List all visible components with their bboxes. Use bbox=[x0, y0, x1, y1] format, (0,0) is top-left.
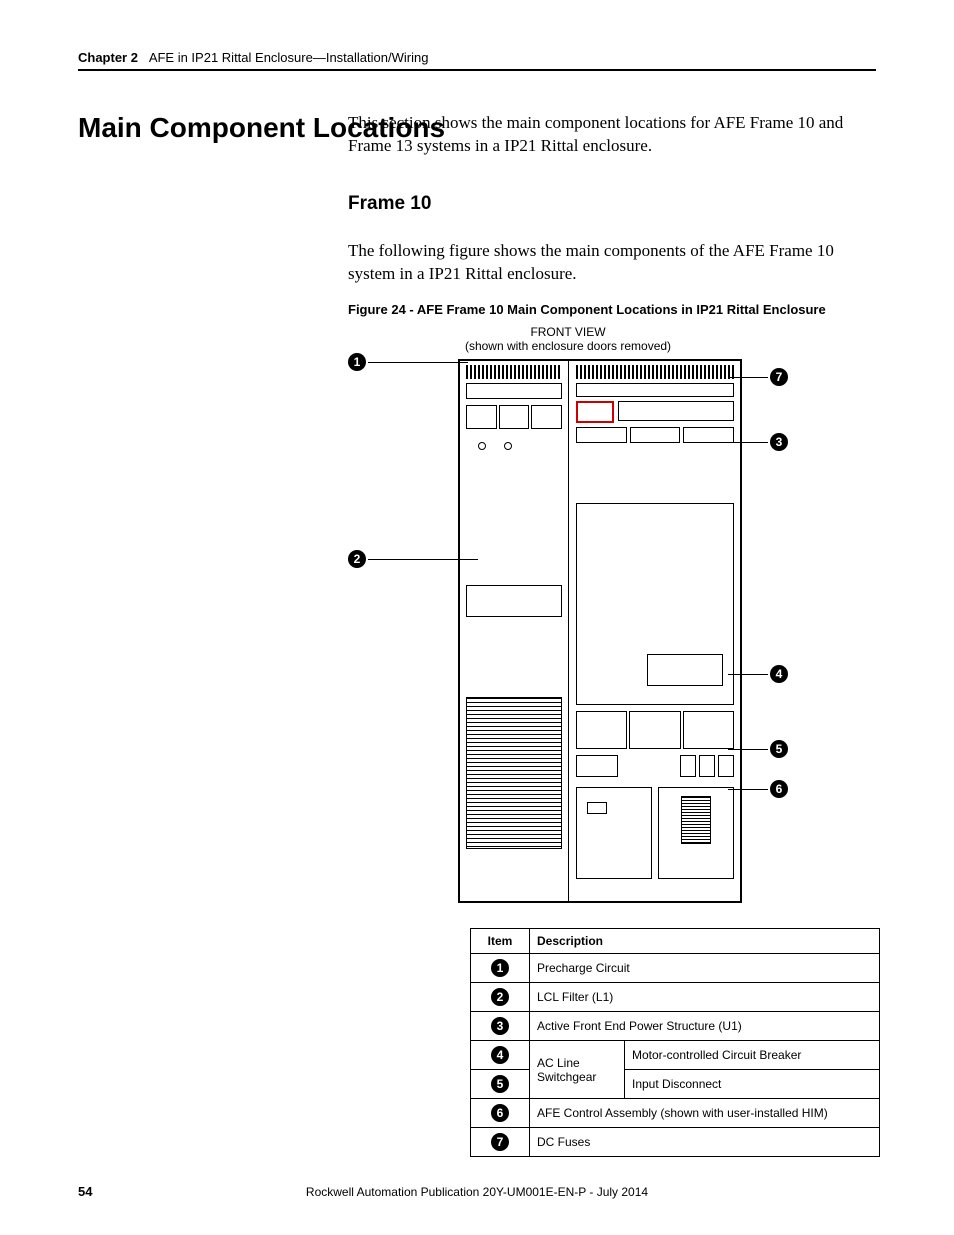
figure-subtitle: (shown with enclosure doors removed) bbox=[348, 339, 788, 353]
control-panel bbox=[576, 787, 652, 879]
callout-7: 7 bbox=[770, 368, 788, 386]
page: Chapter 2 AFE in IP21 Rittal Enclosure—I… bbox=[0, 0, 954, 1235]
publication-footer: Rockwell Automation Publication 20Y-UM00… bbox=[0, 1185, 954, 1199]
intro-paragraph: This section shows the main component lo… bbox=[348, 112, 876, 158]
power-structure bbox=[576, 503, 734, 705]
callout-1: 1 bbox=[348, 353, 366, 371]
component-box bbox=[466, 585, 562, 617]
figure-title: FRONT VIEW bbox=[348, 325, 788, 339]
table-row: 1 Precharge Circuit bbox=[471, 954, 880, 983]
vent-grille bbox=[576, 365, 734, 379]
th-item: Item bbox=[471, 929, 530, 954]
enclosure-drawing bbox=[458, 359, 742, 903]
callout-2: 2 bbox=[348, 550, 366, 568]
enclosure-right-bay bbox=[570, 361, 740, 901]
table-row: 3 Active Front End Power Structure (U1) bbox=[471, 1012, 880, 1041]
control-row bbox=[576, 787, 734, 879]
spacer bbox=[478, 437, 550, 465]
heatsink-icon bbox=[466, 697, 562, 849]
page-header: Chapter 2 AFE in IP21 Rittal Enclosure—I… bbox=[78, 50, 876, 71]
table-row: 4 AC Line Switchgear Motor-controlled Ci… bbox=[471, 1041, 880, 1070]
table-row: 7 DC Fuses bbox=[471, 1128, 880, 1157]
breaker-row bbox=[576, 711, 734, 749]
subsection-paragraph: The following figure shows the main comp… bbox=[348, 240, 876, 286]
enclosure-left-bay bbox=[460, 361, 569, 901]
highlight-row bbox=[576, 401, 734, 423]
callout-5: 5 bbox=[770, 740, 788, 758]
chapter-label: Chapter 2 bbox=[78, 50, 138, 65]
figure-caption: Figure 24 - AFE Frame 10 Main Component … bbox=[348, 302, 826, 317]
callout-4: 4 bbox=[770, 665, 788, 683]
component-box bbox=[576, 383, 734, 397]
table-row: 2 LCL Filter (L1) bbox=[471, 983, 880, 1012]
th-desc: Description bbox=[530, 929, 880, 954]
disconnect-row bbox=[576, 755, 734, 777]
component-box bbox=[466, 383, 562, 399]
table-row: 6 AFE Control Assembly (shown with user-… bbox=[471, 1099, 880, 1128]
vent-grille bbox=[466, 365, 562, 379]
chapter-title: AFE in IP21 Rittal Enclosure—Installatio… bbox=[149, 50, 429, 65]
fuse-row bbox=[576, 427, 734, 443]
highlighted-component bbox=[576, 401, 614, 423]
him-module bbox=[658, 787, 734, 879]
callout-3: 3 bbox=[770, 433, 788, 451]
callout-6: 6 bbox=[770, 780, 788, 798]
terminal-row bbox=[466, 405, 562, 429]
header-line: Chapter 2 AFE in IP21 Rittal Enclosure—I… bbox=[78, 50, 876, 71]
subsection-title: Frame 10 bbox=[348, 193, 431, 215]
legend-table: Item Description 1 Precharge Circuit 2 L… bbox=[470, 928, 880, 1157]
figure-area: FRONT VIEW (shown with enclosure doors r… bbox=[348, 325, 788, 915]
